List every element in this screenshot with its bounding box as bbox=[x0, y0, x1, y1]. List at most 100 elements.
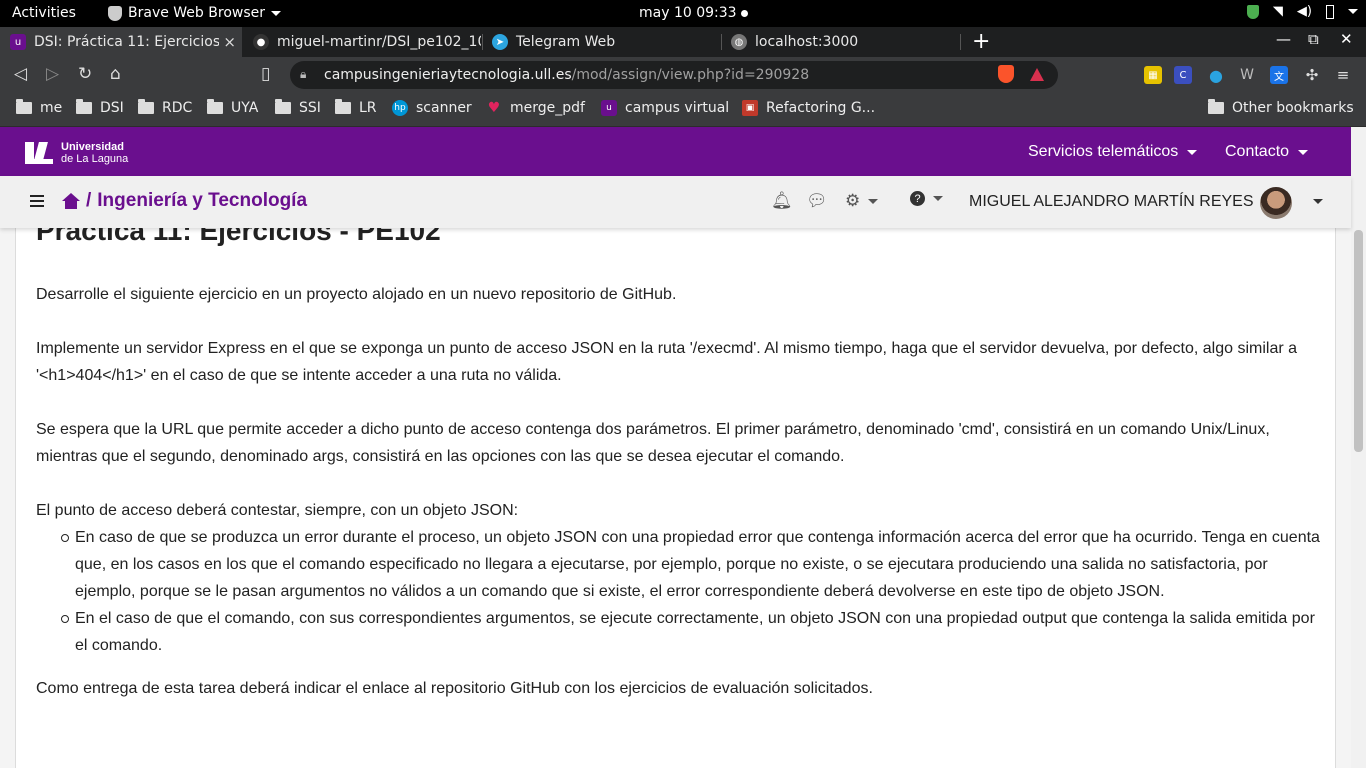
droplet-icon[interactable]: ● bbox=[1207, 66, 1225, 85]
ull-logo-mark bbox=[25, 142, 53, 164]
chevron-down-icon bbox=[868, 198, 879, 204]
folder-icon bbox=[275, 99, 291, 114]
bookmark-refactoring[interactable]: ▣ Refactoring G... bbox=[742, 100, 875, 116]
paragraph: Como entrega de esta tarea deberá indica… bbox=[36, 680, 873, 697]
tab-title: miguel-martinr/DSI_pe102_10 bbox=[277, 34, 481, 50]
folder-icon bbox=[16, 99, 32, 114]
folder-icon bbox=[76, 99, 92, 114]
menu-contacto[interactable]: Contacto bbox=[1225, 143, 1309, 161]
lock-icon: 🔒︎ bbox=[300, 67, 307, 81]
activities-button[interactable]: Activities bbox=[12, 5, 76, 21]
system-top-bar: Activities Brave Web Browser may 10 09:3… bbox=[0, 0, 1366, 27]
tab-title: DSI: Práctica 11: Ejercicios bbox=[34, 34, 219, 50]
hamburger-menu-icon[interactable] bbox=[30, 195, 44, 207]
brave-shields-icon[interactable] bbox=[998, 65, 1014, 83]
tab-title: localhost:3000 bbox=[755, 34, 859, 50]
bookmark-folder-me[interactable]: me bbox=[16, 99, 62, 116]
assignment-card: Práctica 11: Ejercicios - PE102 Desarrol… bbox=[15, 215, 1336, 768]
wifi-icon: ◥ bbox=[1272, 4, 1283, 19]
tab-telegram[interactable]: ➤ Telegram Web bbox=[482, 27, 720, 57]
avatar[interactable] bbox=[1260, 187, 1292, 219]
folder-icon bbox=[138, 99, 154, 114]
moodle-icon: u bbox=[10, 34, 26, 50]
brave-app-icon bbox=[108, 5, 122, 21]
list-item: En el caso de que el comando, con sus co… bbox=[36, 605, 1321, 659]
menu-icon[interactable]: ≡ bbox=[1334, 66, 1352, 84]
ull-logo-text: Universidad de La Laguna bbox=[61, 141, 129, 165]
chevron-down-icon bbox=[933, 196, 943, 201]
bookmark-folder-uya[interactable]: UYA bbox=[207, 99, 258, 116]
hp-icon: hp bbox=[392, 100, 408, 116]
chevron-down-icon bbox=[1298, 149, 1309, 155]
bookmark-folder-lr[interactable]: LR bbox=[335, 99, 377, 116]
bookmark-folder-ssi[interactable]: SSI bbox=[275, 99, 321, 116]
web-page: Universidad de La Laguna Servicios telem… bbox=[0, 127, 1366, 768]
apps-icon: ⚙ bbox=[845, 191, 861, 210]
translate-icon[interactable]: 文 bbox=[1270, 66, 1288, 84]
maximize-button[interactable]: ⧉ bbox=[1308, 30, 1319, 48]
github-icon: ● bbox=[253, 34, 269, 50]
clock[interactable]: may 10 09:33 bbox=[639, 5, 737, 21]
back-button[interactable]: ◁ bbox=[14, 64, 27, 84]
puzzle-icon[interactable]: ✣ bbox=[1303, 66, 1321, 84]
bookmark-scanner[interactable]: hp scanner bbox=[392, 100, 472, 116]
breadcrumb-link[interactable]: Ingeniería y Tecnología bbox=[97, 190, 307, 212]
close-window-button[interactable]: ✕ bbox=[1340, 30, 1353, 48]
address-bar[interactable]: 🔒︎ campusingenieriaytecnologia.ull.es/mo… bbox=[290, 61, 1058, 89]
list-item: En caso de que se produzca un error dura… bbox=[36, 524, 1321, 605]
folder-icon bbox=[207, 99, 223, 114]
tab-dsi-practica[interactable]: u DSI: Práctica 11: Ejercicios × bbox=[0, 27, 242, 57]
bookmark-campus-virtual[interactable]: u campus virtual bbox=[601, 100, 729, 116]
moodle-icon: u bbox=[601, 100, 617, 116]
bookmark-folder-dsi[interactable]: DSI bbox=[76, 99, 124, 116]
copy-extension-icon[interactable]: C bbox=[1174, 66, 1192, 84]
moodle-navbar: / Ingeniería y Tecnología 🔔︎ 💬︎ ⚙ ? MIGU… bbox=[0, 176, 1351, 228]
folder-icon bbox=[1208, 99, 1224, 114]
system-tray[interactable]: ◥ ◀) bbox=[1246, 4, 1358, 19]
tab-strip: u DSI: Práctica 11: Ejercicios × ● migue… bbox=[0, 27, 1366, 57]
bookmarks-bar: me DSI RDC UYA SSI LR hp scanner ♥ merge_p… bbox=[0, 93, 1366, 127]
forward-button[interactable]: ▷ bbox=[46, 64, 59, 84]
bookmark-merge-pdf[interactable]: ♥ merge_pdf bbox=[486, 100, 585, 116]
refactoring-icon: ▣ bbox=[742, 100, 758, 116]
new-tab-button[interactable]: + bbox=[972, 29, 990, 54]
ull-logo[interactable]: Universidad de La Laguna bbox=[25, 141, 128, 165]
home-icon[interactable] bbox=[62, 193, 80, 209]
app-menu[interactable]: Brave Web Browser bbox=[108, 5, 281, 21]
home-button[interactable]: ⌂ bbox=[110, 64, 121, 84]
user-name[interactable]: MIGUEL ALEJANDRO MARTÍN REYES bbox=[969, 193, 1254, 211]
breadcrumb: / Ingeniería y Tecnología bbox=[62, 190, 307, 212]
reload-button[interactable]: ↻ bbox=[78, 64, 92, 84]
chat-icon[interactable]: 💬︎ bbox=[806, 191, 828, 211]
shield-icon bbox=[1246, 4, 1259, 19]
chevron-down-icon bbox=[271, 10, 281, 16]
tab-github[interactable]: ● miguel-martinr/DSI_pe102_10 bbox=[243, 27, 481, 57]
scrollbar-thumb[interactable] bbox=[1354, 230, 1363, 452]
brave-rewards-icon[interactable] bbox=[1030, 68, 1044, 81]
wikipedia-icon[interactable]: W bbox=[1238, 66, 1256, 84]
bookmark-folder-rdc[interactable]: RDC bbox=[138, 99, 192, 116]
chevron-down-icon[interactable] bbox=[1313, 199, 1323, 204]
bookmark-button[interactable]: ▯ bbox=[261, 64, 270, 84]
tab-title: Telegram Web bbox=[516, 34, 616, 50]
notification-dot bbox=[741, 10, 748, 17]
help-menu[interactable]: ? bbox=[910, 191, 943, 206]
site-header: Universidad de La Laguna Servicios telem… bbox=[0, 127, 1351, 176]
tab-localhost[interactable]: ◍ localhost:3000 bbox=[721, 27, 959, 57]
apps-menu[interactable]: ⚙ bbox=[845, 191, 879, 211]
url-text: campusingenieriaytecnologia.ull.es/mod/a… bbox=[324, 67, 810, 83]
bookmark-other[interactable]: Other bookmarks bbox=[1208, 99, 1354, 116]
extension-icon[interactable]: ▦ bbox=[1144, 66, 1162, 84]
globe-icon: ◍ bbox=[731, 34, 747, 50]
app-name: Brave Web Browser bbox=[128, 5, 265, 21]
paragraph: Implemente un servidor Express en el que… bbox=[36, 340, 1298, 384]
page-scrollbar[interactable] bbox=[1351, 127, 1366, 768]
menu-servicios-telematicos[interactable]: Servicios telemáticos bbox=[1028, 143, 1198, 161]
minimize-button[interactable]: — bbox=[1276, 30, 1291, 48]
chevron-down-icon bbox=[1187, 149, 1198, 155]
bell-icon[interactable]: 🔔︎ bbox=[771, 191, 793, 211]
bullet-list: En caso de que se produzca un error dura… bbox=[36, 524, 1321, 659]
help-icon: ? bbox=[910, 191, 925, 206]
close-icon[interactable]: × bbox=[223, 33, 236, 51]
paragraph: Desarrolle el siguiente ejercicio en un … bbox=[36, 286, 677, 303]
